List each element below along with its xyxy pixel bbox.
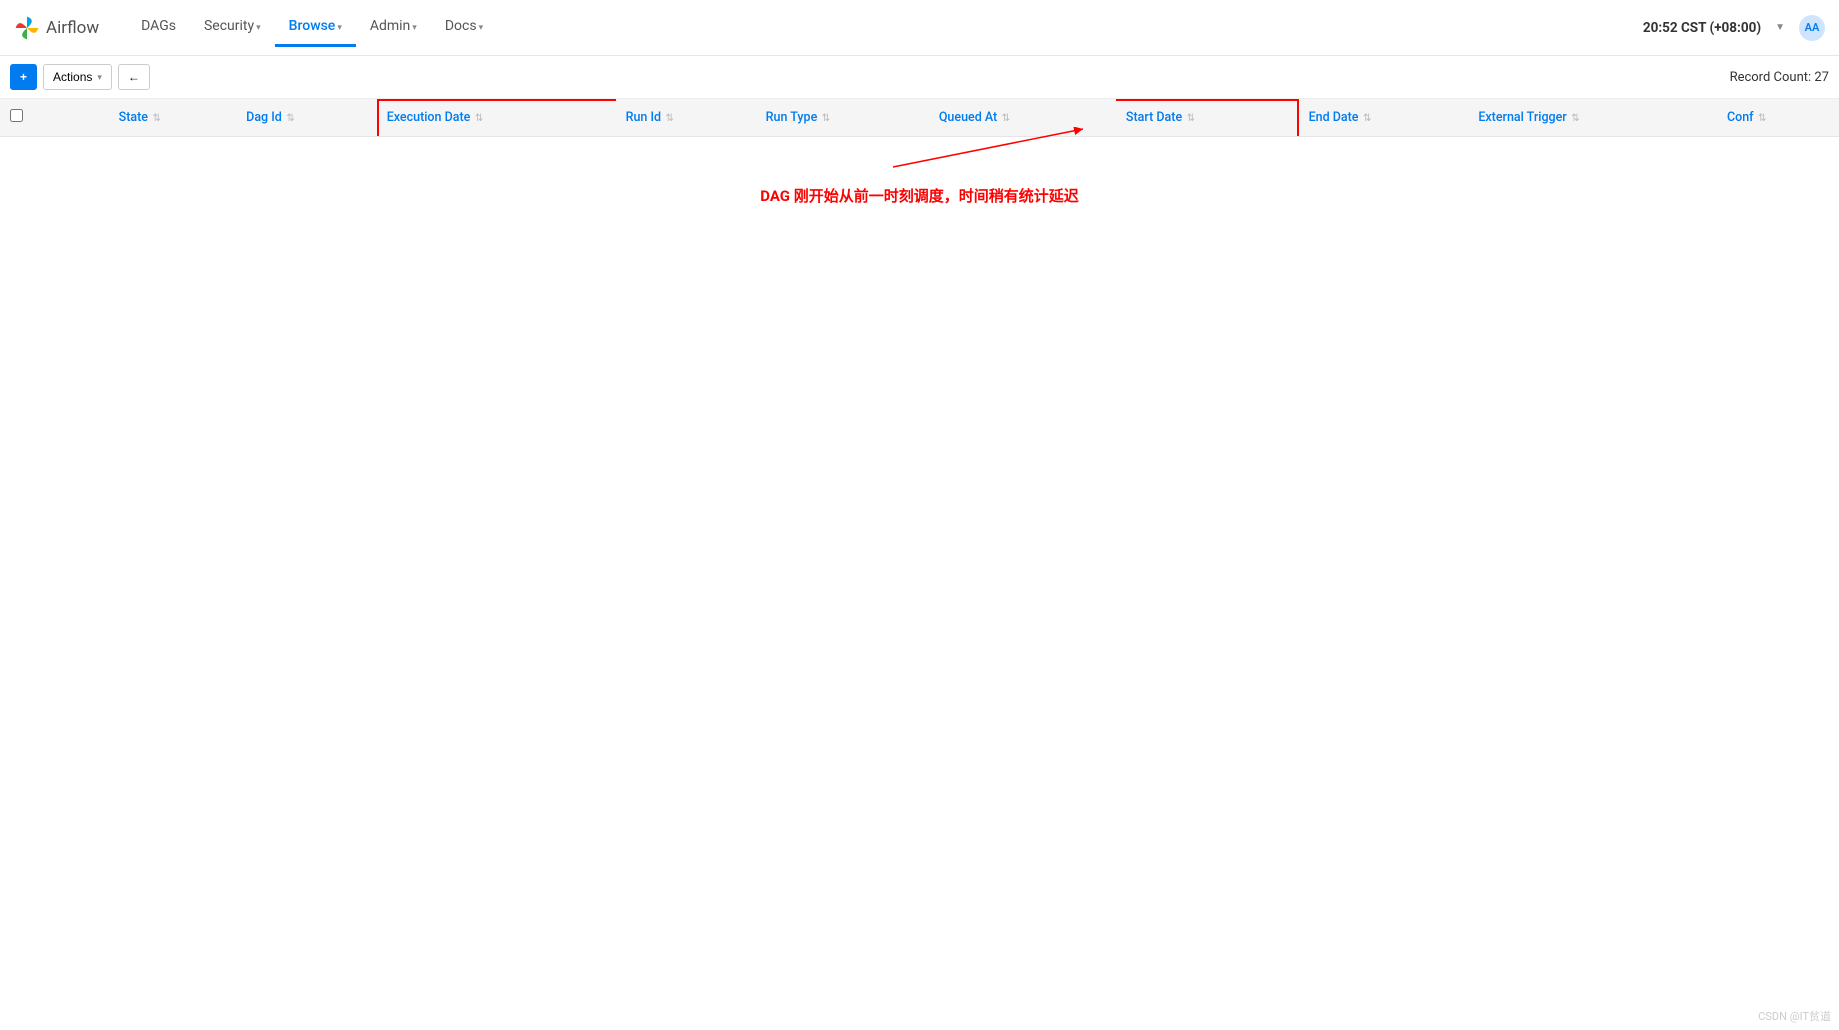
caret-down-icon: ▾: [479, 23, 484, 33]
sort-link[interactable]: Execution Date: [387, 110, 471, 125]
brand-logo[interactable]: Airflow: [14, 15, 99, 41]
add-button[interactable]: +: [10, 64, 37, 90]
sort-icon: ⇅: [663, 113, 674, 124]
col-header[interactable]: State ⇅: [109, 99, 237, 137]
sort-link[interactable]: End Date: [1309, 110, 1359, 125]
nav-link-admin[interactable]: Admin▾: [356, 8, 431, 47]
nav-links: DAGsSecurity▾Browse▾Admin▾Docs▾: [127, 8, 497, 47]
sort-icon: ⇅: [1361, 113, 1372, 124]
sort-link[interactable]: Run Type: [766, 110, 818, 125]
sort-link[interactable]: Conf: [1727, 110, 1754, 125]
nav-link-dags[interactable]: DAGs: [127, 8, 190, 47]
watermark: CSDN @IT贫道: [1758, 1008, 1831, 1024]
nav-link-docs[interactable]: Docs▾: [431, 8, 497, 47]
chevron-down-icon[interactable]: ▼: [1775, 22, 1785, 33]
annotation-arrow: [0, 137, 1839, 167]
nav-link-security[interactable]: Security▾: [190, 8, 275, 47]
sort-icon: ⇅: [1569, 113, 1580, 124]
back-button[interactable]: ←: [118, 64, 150, 90]
sort-link[interactable]: Run Id: [626, 110, 661, 125]
caret-down-icon: ▾: [412, 23, 417, 33]
toolbar: + Actions ▾ ← Record Count: 27: [0, 56, 1839, 99]
col-header: [68, 99, 109, 137]
col-header[interactable]: Execution Date ⇅: [377, 99, 616, 137]
sort-link[interactable]: Dag Id: [246, 110, 282, 125]
col-header[interactable]: Run Id ⇅: [616, 99, 756, 137]
actions-label: Actions: [53, 70, 92, 84]
sort-icon: ⇅: [284, 113, 295, 124]
sort-link[interactable]: State: [119, 110, 148, 125]
annotation-text: DAG 刚开始从前一时刻调度，时间稍有统计延迟: [0, 167, 1839, 224]
col-header[interactable]: End Date ⇅: [1299, 99, 1469, 137]
record-count: Record Count: 27: [1730, 70, 1829, 85]
sort-link[interactable]: Queued At: [939, 110, 997, 125]
sort-icon: ⇅: [150, 113, 161, 124]
sort-icon: ⇅: [1756, 113, 1767, 124]
sort-icon: ⇅: [1184, 113, 1195, 124]
sort-link[interactable]: External Trigger: [1478, 110, 1566, 125]
avatar[interactable]: AA: [1799, 15, 1825, 41]
caret-down-icon: ▾: [256, 23, 261, 33]
sort-icon: ⇅: [472, 113, 483, 124]
col-header[interactable]: Dag Id ⇅: [236, 99, 377, 137]
col-header[interactable]: Start Date ⇅: [1116, 99, 1299, 137]
select-all-checkbox[interactable]: [10, 109, 23, 122]
clock[interactable]: 20:52 CST (+08:00): [1643, 20, 1761, 36]
caret-down-icon: ▾: [97, 72, 102, 83]
top-navbar: Airflow DAGsSecurity▾Browse▾Admin▾Docs▾ …: [0, 0, 1839, 56]
caret-down-icon: ▾: [337, 23, 342, 33]
record-count-label: Record Count:: [1730, 70, 1815, 85]
col-header[interactable]: Conf ⇅: [1717, 99, 1839, 137]
col-header: [0, 99, 68, 137]
nav-link-browse[interactable]: Browse▾: [275, 8, 356, 47]
pinwheel-icon: [14, 15, 40, 41]
sort-icon: ⇅: [819, 113, 830, 124]
record-count-value: 27: [1814, 70, 1829, 85]
col-header[interactable]: External Trigger ⇅: [1468, 99, 1717, 137]
actions-dropdown[interactable]: Actions ▾: [43, 64, 112, 90]
sort-link[interactable]: Start Date: [1126, 110, 1182, 125]
sort-icon: ⇅: [999, 113, 1010, 124]
brand-text: Airflow: [46, 18, 99, 38]
